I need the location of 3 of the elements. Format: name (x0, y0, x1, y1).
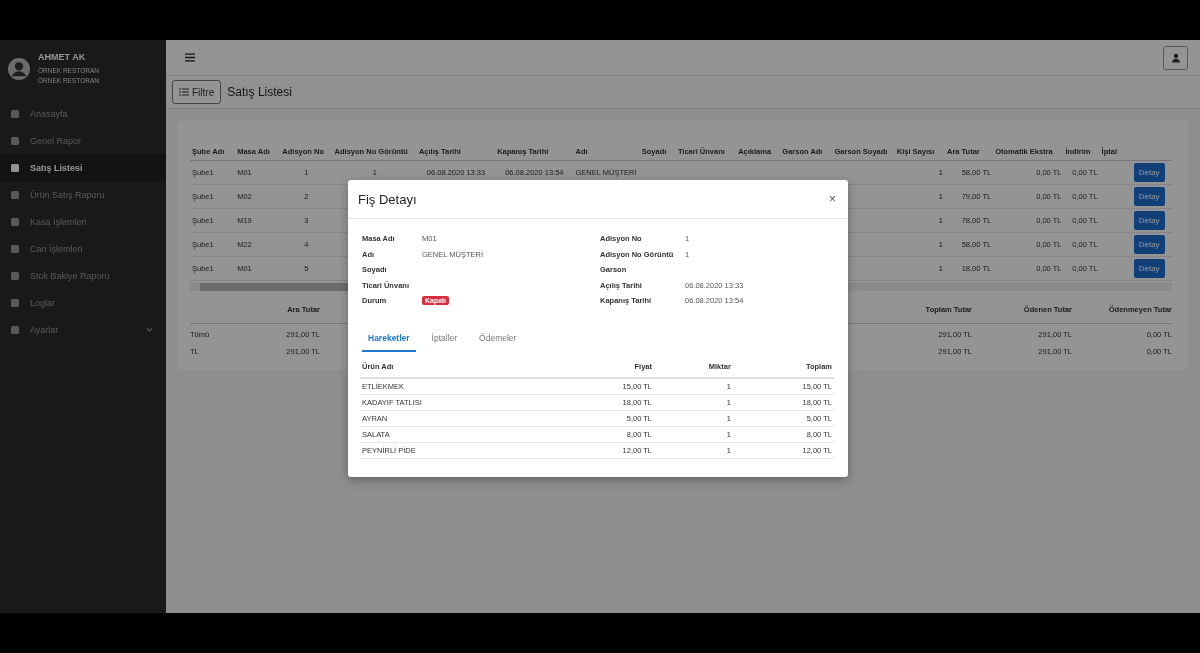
page-title: Satış Listesi (227, 85, 292, 99)
user-name: AHMET AK (38, 52, 87, 62)
dialog-title: Fiş Detayı (358, 191, 417, 207)
